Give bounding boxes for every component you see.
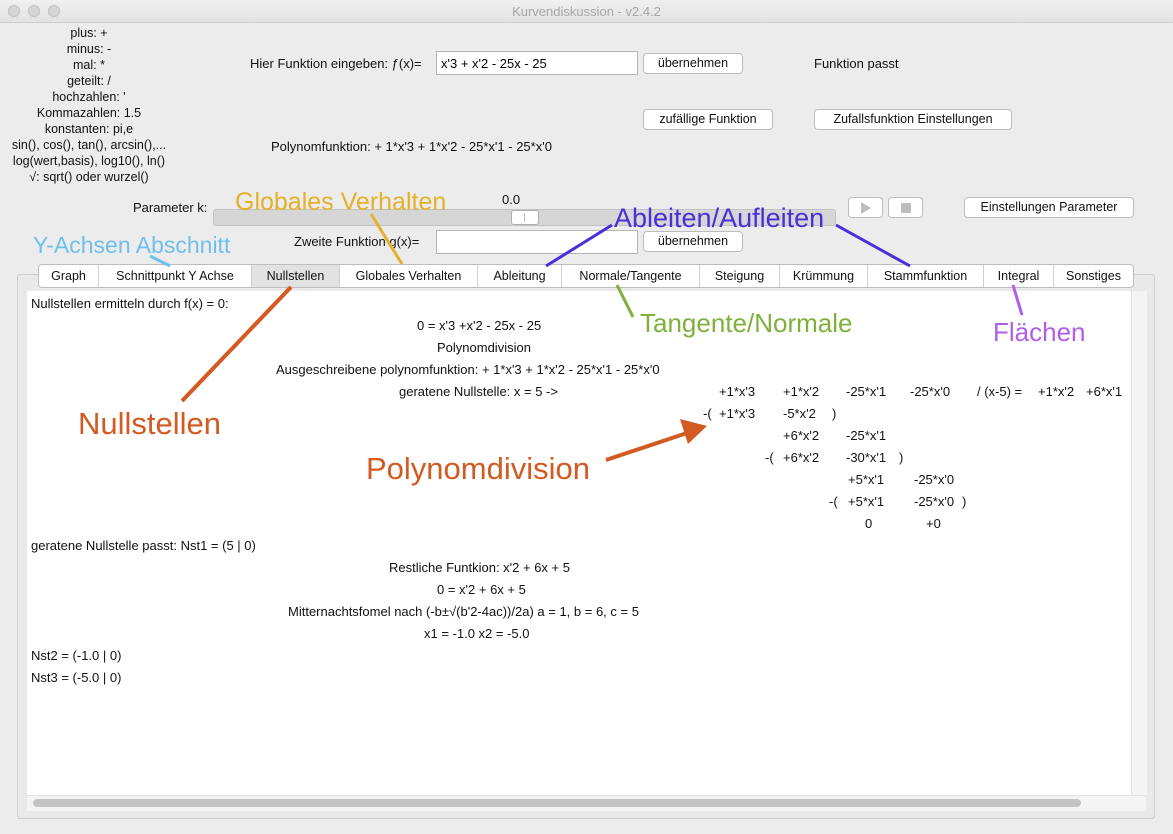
- annotation-tangente: Tangente/Normale: [640, 308, 853, 338]
- annotation-polynomdivision: Polynomdivision: [366, 451, 590, 486]
- annotation-y-achsen: Y-Achsen Abschnitt: [33, 232, 231, 258]
- annotation-flaechen: Flächen: [993, 317, 1086, 347]
- annotation-ableiten: Ableiten/Aufleiten: [614, 203, 825, 233]
- annotation-global: Globales Verhalten: [235, 188, 447, 216]
- annotation-line-ableitung: [545, 223, 613, 268]
- annotation-line-tangente: [615, 284, 635, 318]
- annotation-line-stammfunktion: [835, 223, 911, 268]
- annotation-line-global: [369, 213, 404, 265]
- annotation-arrowhead-polynomdivision: [680, 419, 707, 444]
- annotation-line-flaechen: [1011, 284, 1024, 316]
- annotation-arrow-polynomdivision: [605, 430, 691, 462]
- annotation-line-nullstellen: [180, 285, 293, 403]
- annotation-nullstellen: Nullstellen: [78, 406, 222, 441]
